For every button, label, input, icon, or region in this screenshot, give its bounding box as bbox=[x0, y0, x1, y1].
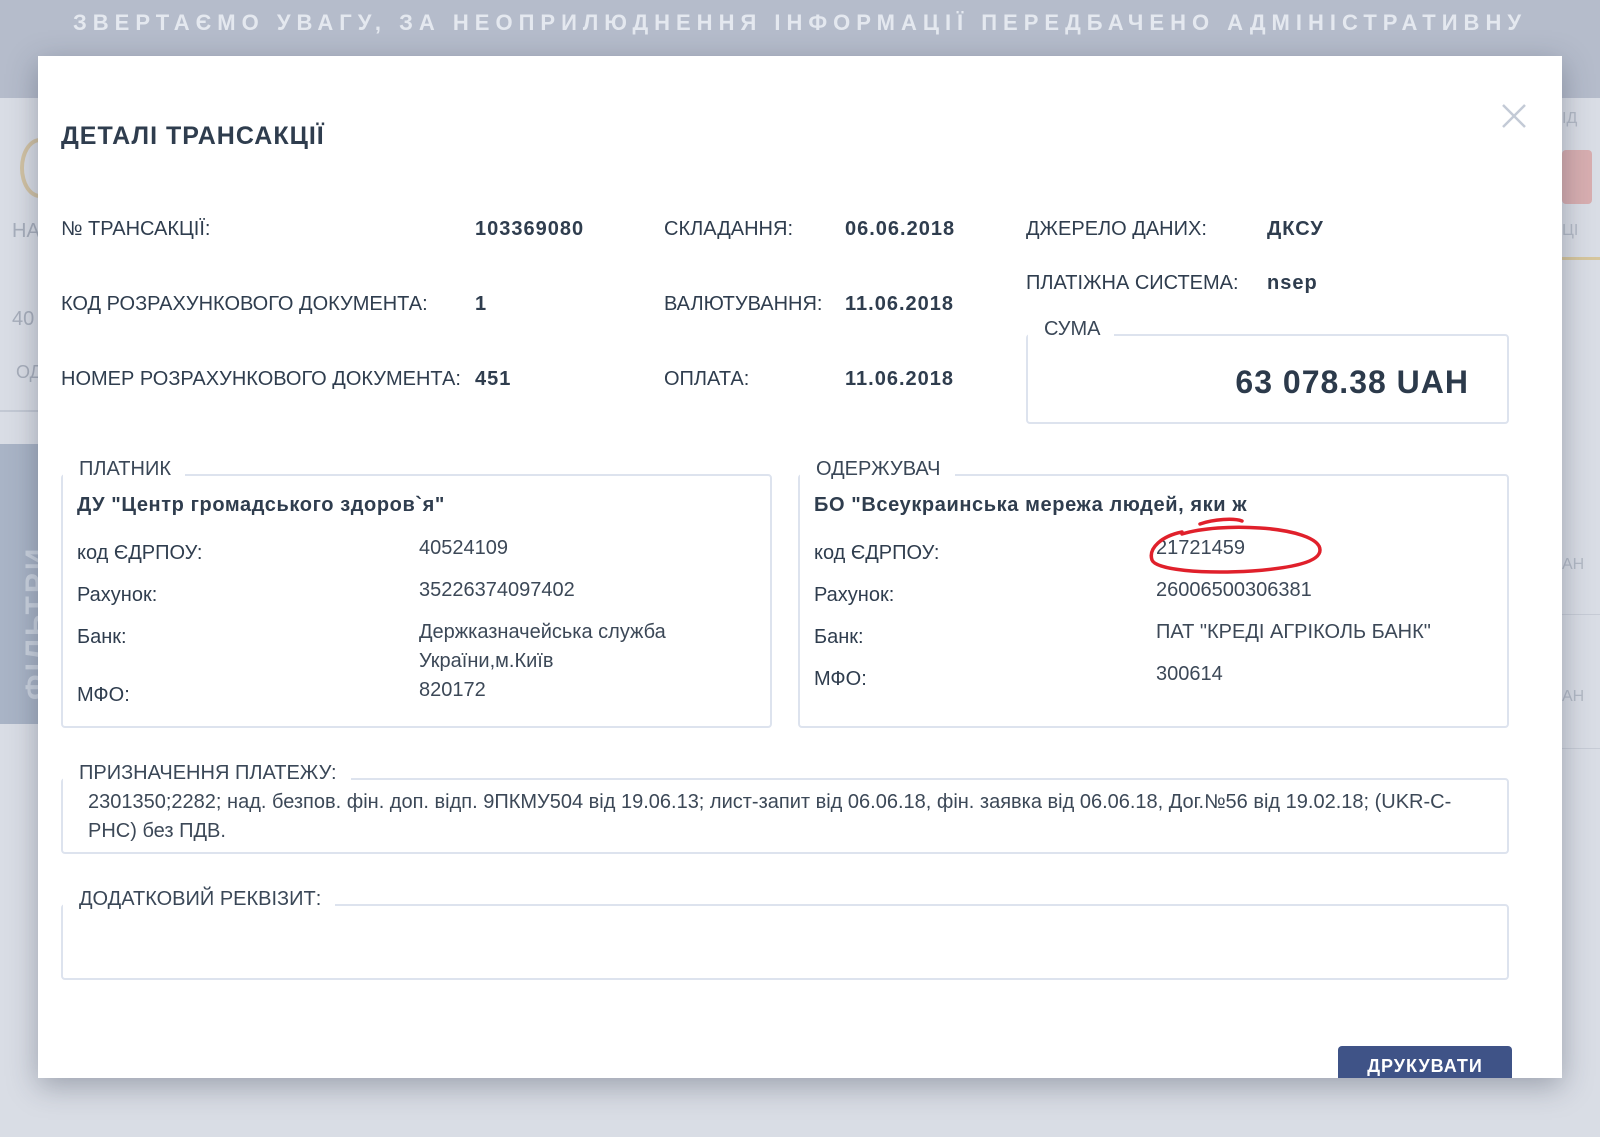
payment-system-label: ПЛАТІЖНА СИСТЕМА: bbox=[1026, 272, 1239, 294]
bg-left-text-1: НА bbox=[12, 220, 40, 242]
payer-account-label: Рахунок: bbox=[77, 584, 158, 606]
payment-date-label: ОПЛАТА: bbox=[664, 368, 750, 390]
payment-purpose-legend: ПРИЗНАЧЕННЯ ПЛАТЕЖУ: bbox=[63, 762, 351, 785]
drafted-date-label: СКЛАДАННЯ: bbox=[664, 218, 793, 240]
recipient-edrpou-value: 21721459 bbox=[1156, 537, 1245, 559]
payment-purpose-text: 2301350;2282; над. безпов. фін. доп. від… bbox=[88, 791, 1452, 842]
recipient-legend: ОДЕРЖУВАЧ bbox=[800, 458, 955, 481]
doc-code-value: 1 bbox=[475, 293, 488, 315]
bg-right-text-4: АН bbox=[1562, 688, 1585, 705]
doc-code-label: КОД РОЗРАХУНКОВОГО ДОКУМЕНТА: bbox=[61, 293, 428, 315]
additional-requisite-box: ДОДАТКОВИЙ РЕКВІЗИТ: bbox=[61, 888, 1509, 980]
bg-right-text-2: ЦІ bbox=[1562, 222, 1579, 239]
value-date-value: 11.06.2018 bbox=[845, 293, 954, 315]
bg-action-button[interactable] bbox=[1562, 150, 1592, 204]
payer-legend: ПЛАТНИК bbox=[63, 458, 185, 481]
payer-edrpou-label: код ЄДРПОУ: bbox=[77, 542, 203, 564]
bg-row-divider bbox=[1562, 748, 1600, 749]
bg-divider bbox=[0, 410, 38, 412]
bg-right-text-3: АН bbox=[1562, 556, 1585, 573]
doc-number-value: 451 bbox=[475, 368, 512, 390]
data-source-label: ДЖЕРЕЛО ДАНИХ: bbox=[1026, 218, 1207, 240]
data-source-value: ДКСУ bbox=[1267, 218, 1324, 240]
transaction-details-modal: ДЕТАЛІ ТРАНСАКЦІЇ № ТРАНСАКЦІЇ: 10336908… bbox=[38, 56, 1562, 1078]
payment-system-value: nsep bbox=[1267, 272, 1318, 294]
recipient-bank-label: Банк: bbox=[814, 626, 864, 648]
transaction-number-label: № ТРАНСАКЦІЇ: bbox=[61, 218, 211, 240]
modal-title: ДЕТАЛІ ТРАНСАКЦІЇ bbox=[61, 122, 325, 150]
recipient-name: БО "Всеукраинська мережа людей, яки ж bbox=[814, 494, 1248, 516]
drafted-date-value: 06.06.2018 bbox=[845, 218, 956, 240]
payment-purpose-box: ПРИЗНАЧЕННЯ ПЛАТЕЖУ: 2301350;2282; над. … bbox=[61, 762, 1509, 854]
recipient-mfo-value: 300614 bbox=[1156, 663, 1223, 685]
value-date-label: ВАЛЮТУВАННЯ: bbox=[664, 293, 823, 315]
additional-requisite-legend: ДОДАТКОВИЙ РЕКВІЗИТ: bbox=[63, 888, 336, 911]
payer-account-value: 35226374097402 bbox=[419, 579, 575, 601]
bg-right-text-1: ІД bbox=[1562, 110, 1578, 127]
doc-number-label: НОМЕР РОЗРАХУНКОВОГО ДОКУМЕНТА: bbox=[61, 368, 461, 390]
recipient-account-label: Рахунок: bbox=[814, 584, 895, 606]
payer-mfo-label: МФО: bbox=[77, 684, 130, 706]
recipient-edrpou-label: код ЄДРПОУ: bbox=[814, 542, 940, 564]
payer-bank-label: Банк: bbox=[77, 626, 127, 648]
payment-date-value: 11.06.2018 bbox=[845, 368, 954, 390]
close-icon[interactable] bbox=[1500, 102, 1528, 130]
notice-banner-text: ЗВЕРТАЄМО УВАГУ, ЗА НЕОПРИЛЮДНЕННЯ ІНФОР… bbox=[72, 10, 1528, 35]
payer-edrpou-value: 40524109 bbox=[419, 537, 508, 559]
payer-mfo-value: 820172 bbox=[419, 679, 486, 701]
transaction-number-value: 103369080 bbox=[475, 218, 585, 240]
amount-value: 63 078.38 UAH bbox=[1235, 364, 1469, 400]
amount-box: СУМА 63 078.38 UAH bbox=[1026, 318, 1509, 424]
recipient-account-value: 26006500306381 bbox=[1156, 579, 1312, 601]
print-button[interactable]: ДРУКУВАТИ bbox=[1338, 1046, 1512, 1078]
recipient-mfo-label: МФО: bbox=[814, 668, 867, 690]
bg-row-divider bbox=[1562, 614, 1600, 615]
payer-bank-line2: України,м.Київ bbox=[419, 650, 554, 672]
bg-tab-underline bbox=[1562, 257, 1600, 260]
recipient-bank-value: ПАТ "КРЕДІ АГРІКОЛЬ БАНК" bbox=[1156, 621, 1431, 643]
recipient-box: ОДЕРЖУВАЧ БО "Всеукраинська мережа людей… bbox=[798, 458, 1509, 728]
payer-box: ПЛАТНИК ДУ "Центр громадського здоров`я"… bbox=[61, 458, 772, 728]
amount-legend: СУМА bbox=[1028, 318, 1115, 341]
payer-bank-line1: Держказначейська служба bbox=[419, 621, 666, 643]
payer-name: ДУ "Центр громадського здоров`я" bbox=[77, 494, 445, 516]
bg-left-text-2: 40 bbox=[12, 308, 35, 330]
